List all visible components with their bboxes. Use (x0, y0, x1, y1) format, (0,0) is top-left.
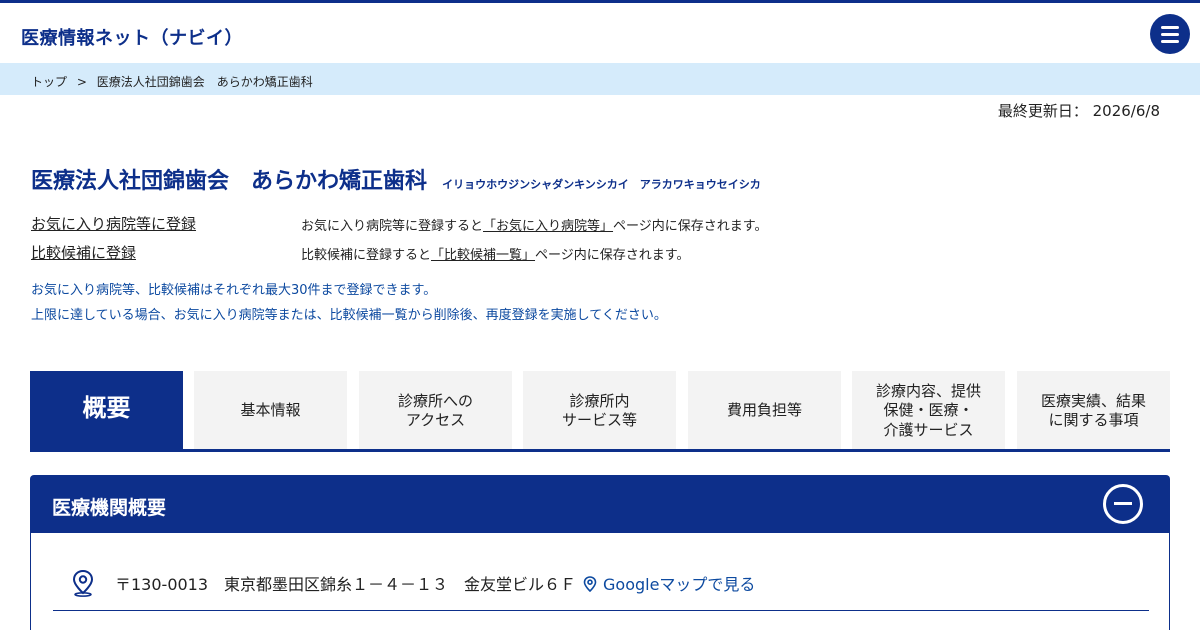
breadcrumb: トップ > 医療法人社団錦歯会 あらかわ矯正歯科 (31, 73, 313, 90)
favorites-page-link[interactable]: 「お気に入り病院等」 (483, 219, 613, 234)
site-header: 医療情報ネット（ナビイ） (0, 3, 1200, 63)
compare-register-link[interactable]: 比較候補に登録 (31, 244, 136, 262)
tab-medical-content[interactable]: 診療内容、提供 保健・医療・ 介護サービス (852, 371, 1005, 451)
breadcrumb-item-top[interactable]: トップ (31, 75, 67, 89)
google-map-link[interactable]: Googleマップで見る (583, 571, 755, 595)
breadcrumb-bar: トップ > 医療法人社団錦歯会 あらかわ矯正歯科 (0, 63, 1200, 95)
favorite-desc-post: ページ内に保存されます。 (613, 219, 768, 234)
menu-line (1161, 26, 1179, 29)
tab-overview[interactable]: 概要 (30, 371, 183, 451)
hamburger-menu-icon[interactable] (1150, 14, 1190, 54)
limit-instruction-note: 上限に達している場合、お気に入り病院等または、比較候補一覧から削除後、再度登録を… (31, 308, 667, 323)
favorite-register-desc: お気に入り病院等に登録すると「お気に入り病院等」ページ内に保存されます。 (301, 215, 767, 234)
breadcrumb-separator: > (76, 75, 87, 89)
google-map-link-label: Googleマップで見る (603, 575, 756, 594)
favorite-desc-pre: お気に入り病院等に登録すると (301, 219, 484, 234)
breadcrumb-item-current: 医療法人社団錦歯会 あらかわ矯正歯科 (96, 75, 313, 89)
panel-header[interactable]: 医療機関概要 (30, 475, 1170, 533)
institution-heading: 医療法人社団錦歯会 あらかわ矯正歯科 イリョウホウジンシャダンキンシカイ アラカ… (31, 163, 761, 195)
panel-body: 〒130-0013 東京都墨田区錦糸１－４－１３ 金友堂ビル６Ｆ Googleマ… (30, 533, 1170, 630)
minus-circle-icon[interactable] (1103, 484, 1143, 524)
favorite-register-link[interactable]: お気に入り病院等に登録 (31, 215, 196, 233)
menu-line (1161, 33, 1179, 36)
compare-register-row: 比較候補に登録 (31, 242, 136, 263)
location-pin-icon (72, 569, 94, 597)
address-text: 〒130-0013 東京都墨田区錦糸１－４－１３ 金友堂ビル６Ｆ (115, 575, 577, 594)
institution-kana: イリョウホウジンシャダンキンシカイ アラカワキョウセイシカ (442, 178, 761, 191)
address-row: 〒130-0013 東京都墨田区錦糸１－４－１３ 金友堂ビル６Ｆ Googleマ… (53, 563, 1149, 611)
site-title[interactable]: 医療情報ネット（ナビイ） (21, 24, 243, 50)
tab-underline (30, 449, 1170, 452)
limit-note: お気に入り病院等、比較候補はそれぞれ最大30件まで登録できます。 (31, 283, 437, 298)
compare-desc-pre: 比較候補に登録すると (301, 248, 432, 263)
panel-title: 医療機関概要 (52, 497, 167, 519)
favorite-register-row: お気に入り病院等に登録 (31, 213, 196, 234)
tab-services[interactable]: 診療所内 サービス等 (523, 371, 676, 451)
map-pin-icon (583, 576, 597, 593)
tab-access[interactable]: 診療所への アクセス (359, 371, 512, 451)
compare-register-desc: 比較候補に登録すると「比較候補一覧」ページ内に保存されます。 (301, 244, 689, 263)
compare-list-link[interactable]: 「比較候補一覧」 (431, 248, 535, 263)
tab-basic-info[interactable]: 基本情報 (194, 371, 347, 451)
tab-costs[interactable]: 費用負担等 (688, 371, 841, 451)
last-updated: 最終更新日： 2026/6/8 (997, 102, 1160, 120)
section-tabs: 概要 基本情報 診療所への アクセス 診療所内 サービス等 費用負担等 診療内容… (30, 371, 1170, 451)
institution-name: 医療法人社団錦歯会 あらかわ矯正歯科 (31, 169, 428, 194)
tab-results[interactable]: 医療実績、結果 に関する事項 (1017, 371, 1170, 451)
menu-line (1161, 40, 1179, 43)
compare-desc-post: ページ内に保存されます。 (535, 248, 690, 263)
